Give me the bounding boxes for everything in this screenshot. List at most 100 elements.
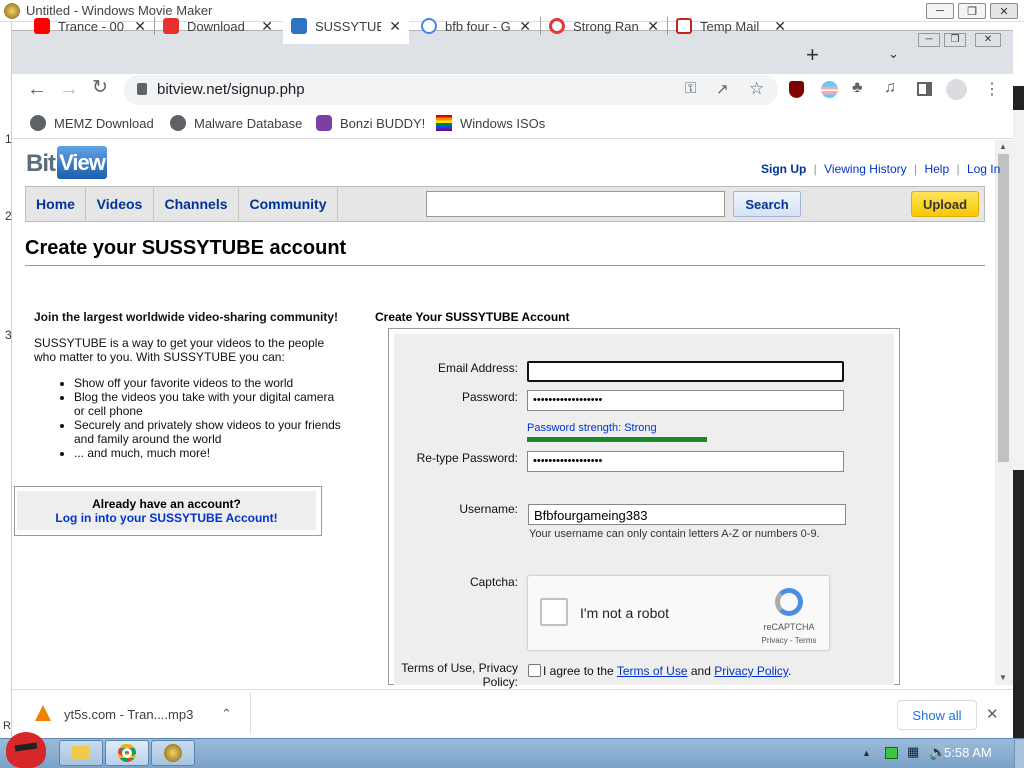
scroll-up-icon[interactable]: ▲ bbox=[999, 142, 1007, 151]
clock[interactable]: 5:58 AM bbox=[944, 745, 992, 760]
tab-download[interactable]: Download ✕ bbox=[155, 8, 281, 44]
upload-button[interactable]: Upload bbox=[911, 191, 979, 217]
google-icon bbox=[421, 18, 437, 34]
network-icon[interactable]: ▦ bbox=[907, 744, 919, 760]
vlc-icon bbox=[35, 705, 51, 721]
bookmark-windows-isos[interactable]: Windows ISOs bbox=[436, 115, 545, 131]
logo-bit[interactable]: Bit bbox=[26, 150, 56, 178]
terms-of-use-link[interactable]: Terms of Use bbox=[617, 664, 688, 678]
existing-account-panel: Already have an account? Log in into you… bbox=[17, 491, 316, 530]
title-divider bbox=[25, 265, 985, 266]
password-field[interactable]: •••••••••••••••••• bbox=[527, 390, 844, 411]
top-links: Sign Up | Viewing History | Help | Log I… bbox=[761, 162, 1001, 176]
minimize-button[interactable]: ─ bbox=[926, 3, 954, 19]
ublock-icon[interactable] bbox=[789, 81, 804, 98]
gmail-icon bbox=[676, 18, 692, 34]
tab-temp-mail[interactable]: Temp Mail ✕ bbox=[668, 8, 794, 44]
help-link[interactable]: Help bbox=[924, 162, 949, 176]
close-icon[interactable]: ✕ bbox=[519, 18, 531, 35]
close-icon[interactable]: ✕ bbox=[134, 18, 146, 35]
close-icon[interactable]: ✕ bbox=[389, 18, 401, 35]
show-hidden-icons[interactable]: ▲ bbox=[862, 748, 871, 758]
movie-maker-icon bbox=[164, 744, 182, 762]
movie-maker-right-pane bbox=[1013, 110, 1024, 470]
lock-icon[interactable] bbox=[137, 83, 147, 95]
explorer-taskbar-button[interactable] bbox=[59, 740, 103, 766]
share-icon[interactable]: ↗ bbox=[716, 80, 729, 98]
side-label: R bbox=[3, 720, 11, 732]
back-icon[interactable]: ← bbox=[27, 79, 47, 99]
url-text[interactable]: bitview.net/signup.php bbox=[157, 81, 305, 98]
bookmark-malware-database[interactable]: Malware Database bbox=[170, 115, 302, 131]
menu-icon[interactable]: ⋮ bbox=[984, 79, 1000, 99]
terms-checkbox[interactable] bbox=[528, 664, 541, 677]
form-heading: Create Your SUSSYTUBE Account bbox=[375, 310, 570, 324]
logo-view[interactable]: View bbox=[57, 146, 107, 179]
key-icon[interactable]: ⚿ bbox=[685, 80, 696, 97]
search-button[interactable]: Search bbox=[733, 191, 801, 217]
username-field[interactable]: Bfbfourgameing383 bbox=[528, 504, 846, 525]
privacy-policy-link[interactable]: Privacy Policy bbox=[714, 664, 788, 678]
login-account-link[interactable]: Log in into your SUSSYTUBE Account! bbox=[17, 511, 316, 525]
close-icon[interactable]: ✕ bbox=[647, 18, 659, 35]
tab-trance[interactable]: Trance - 00 ✕ bbox=[26, 8, 154, 44]
recaptcha-links[interactable]: Privacy - Terms bbox=[757, 636, 821, 645]
nav-channels[interactable]: Channels bbox=[154, 186, 239, 222]
show-all-button[interactable]: Show all bbox=[897, 700, 977, 730]
nav-community[interactable]: Community bbox=[239, 186, 338, 222]
forward-icon[interactable]: → bbox=[59, 79, 79, 99]
bookmark-bonzi-buddy[interactable]: Bonzi BUDDY! bbox=[316, 115, 425, 131]
yt5s-icon bbox=[163, 18, 179, 34]
chrome-close-button[interactable]: ✕ bbox=[975, 33, 1001, 47]
media-control-icon[interactable]: ♫ bbox=[884, 79, 896, 97]
download-file-name[interactable]: yt5s.com - Tran....mp3 bbox=[64, 707, 193, 722]
retype-password-label: Re-type Password: bbox=[416, 451, 518, 465]
terms-prefix: I agree to the bbox=[543, 664, 614, 678]
chevron-up-icon[interactable]: ⌃ bbox=[221, 706, 232, 722]
close-button[interactable]: ✕ bbox=[990, 3, 1018, 19]
tab-strong-random[interactable]: Strong Ran ✕ bbox=[541, 8, 667, 44]
battery-icon[interactable] bbox=[885, 747, 898, 759]
email-field[interactable] bbox=[527, 361, 844, 382]
extension-flag-icon[interactable] bbox=[821, 81, 838, 98]
tab-sussytube[interactable]: SUSSYTUBE ✕ bbox=[283, 8, 409, 44]
viewing-history-link[interactable]: Viewing History bbox=[824, 162, 906, 176]
globe-icon bbox=[30, 115, 46, 131]
side-number: 2 bbox=[5, 209, 12, 223]
chrome-minimize-button[interactable]: ─ bbox=[918, 33, 940, 47]
rainbow-flag-icon bbox=[436, 115, 452, 131]
star-icon[interactable]: ☆ bbox=[749, 79, 764, 99]
terms-and: and bbox=[690, 664, 711, 678]
terms-sentence: I agree to the Terms of Use and Privacy … bbox=[543, 664, 791, 678]
tab-bfb-four[interactable]: bfb four - G ✕ bbox=[413, 8, 539, 44]
chrome-taskbar-button[interactable] bbox=[105, 740, 149, 766]
tab-search-icon[interactable]: ⌄ bbox=[888, 46, 899, 62]
nav-home[interactable]: Home bbox=[26, 186, 86, 222]
puzzle-icon[interactable]: ♣ bbox=[852, 79, 863, 97]
new-tab-icon[interactable]: + bbox=[806, 44, 819, 66]
close-icon[interactable]: ✕ bbox=[774, 18, 786, 35]
bookmark-label: Windows ISOs bbox=[460, 115, 546, 131]
sign-up-link[interactable]: Sign Up bbox=[761, 162, 806, 176]
movie-maker-taskbar-button[interactable] bbox=[151, 740, 195, 766]
password-label: Password: bbox=[461, 390, 518, 404]
recaptcha-checkbox[interactable] bbox=[540, 598, 568, 626]
search-input[interactable] bbox=[426, 191, 725, 217]
scroll-down-icon[interactable]: ▼ bbox=[999, 673, 1007, 682]
bookmark-memz[interactable]: MEMZ Download bbox=[30, 115, 154, 131]
bookmark-label: Bonzi BUDDY! bbox=[340, 115, 426, 131]
profile-avatar[interactable] bbox=[946, 79, 967, 100]
bookmark-label: Malware Database bbox=[194, 115, 303, 131]
show-desktop-button[interactable] bbox=[1014, 740, 1024, 768]
reload-icon[interactable]: ↻ bbox=[92, 78, 108, 98]
nav-videos[interactable]: Videos bbox=[86, 186, 154, 222]
restore-button[interactable]: ❐ bbox=[958, 3, 986, 19]
username-hint: Your username can only contain letters A… bbox=[529, 528, 820, 540]
chrome-restore-button[interactable]: ❐ bbox=[944, 33, 966, 47]
close-icon[interactable]: ✕ bbox=[261, 18, 273, 35]
side-panel-icon[interactable] bbox=[917, 82, 932, 96]
log-in-link[interactable]: Log In bbox=[967, 162, 1000, 176]
retype-password-field[interactable]: •••••••••••••••••• bbox=[527, 451, 844, 472]
scroll-thumb[interactable] bbox=[998, 154, 1009, 462]
close-download-bar-icon[interactable]: ✕ bbox=[986, 705, 999, 723]
